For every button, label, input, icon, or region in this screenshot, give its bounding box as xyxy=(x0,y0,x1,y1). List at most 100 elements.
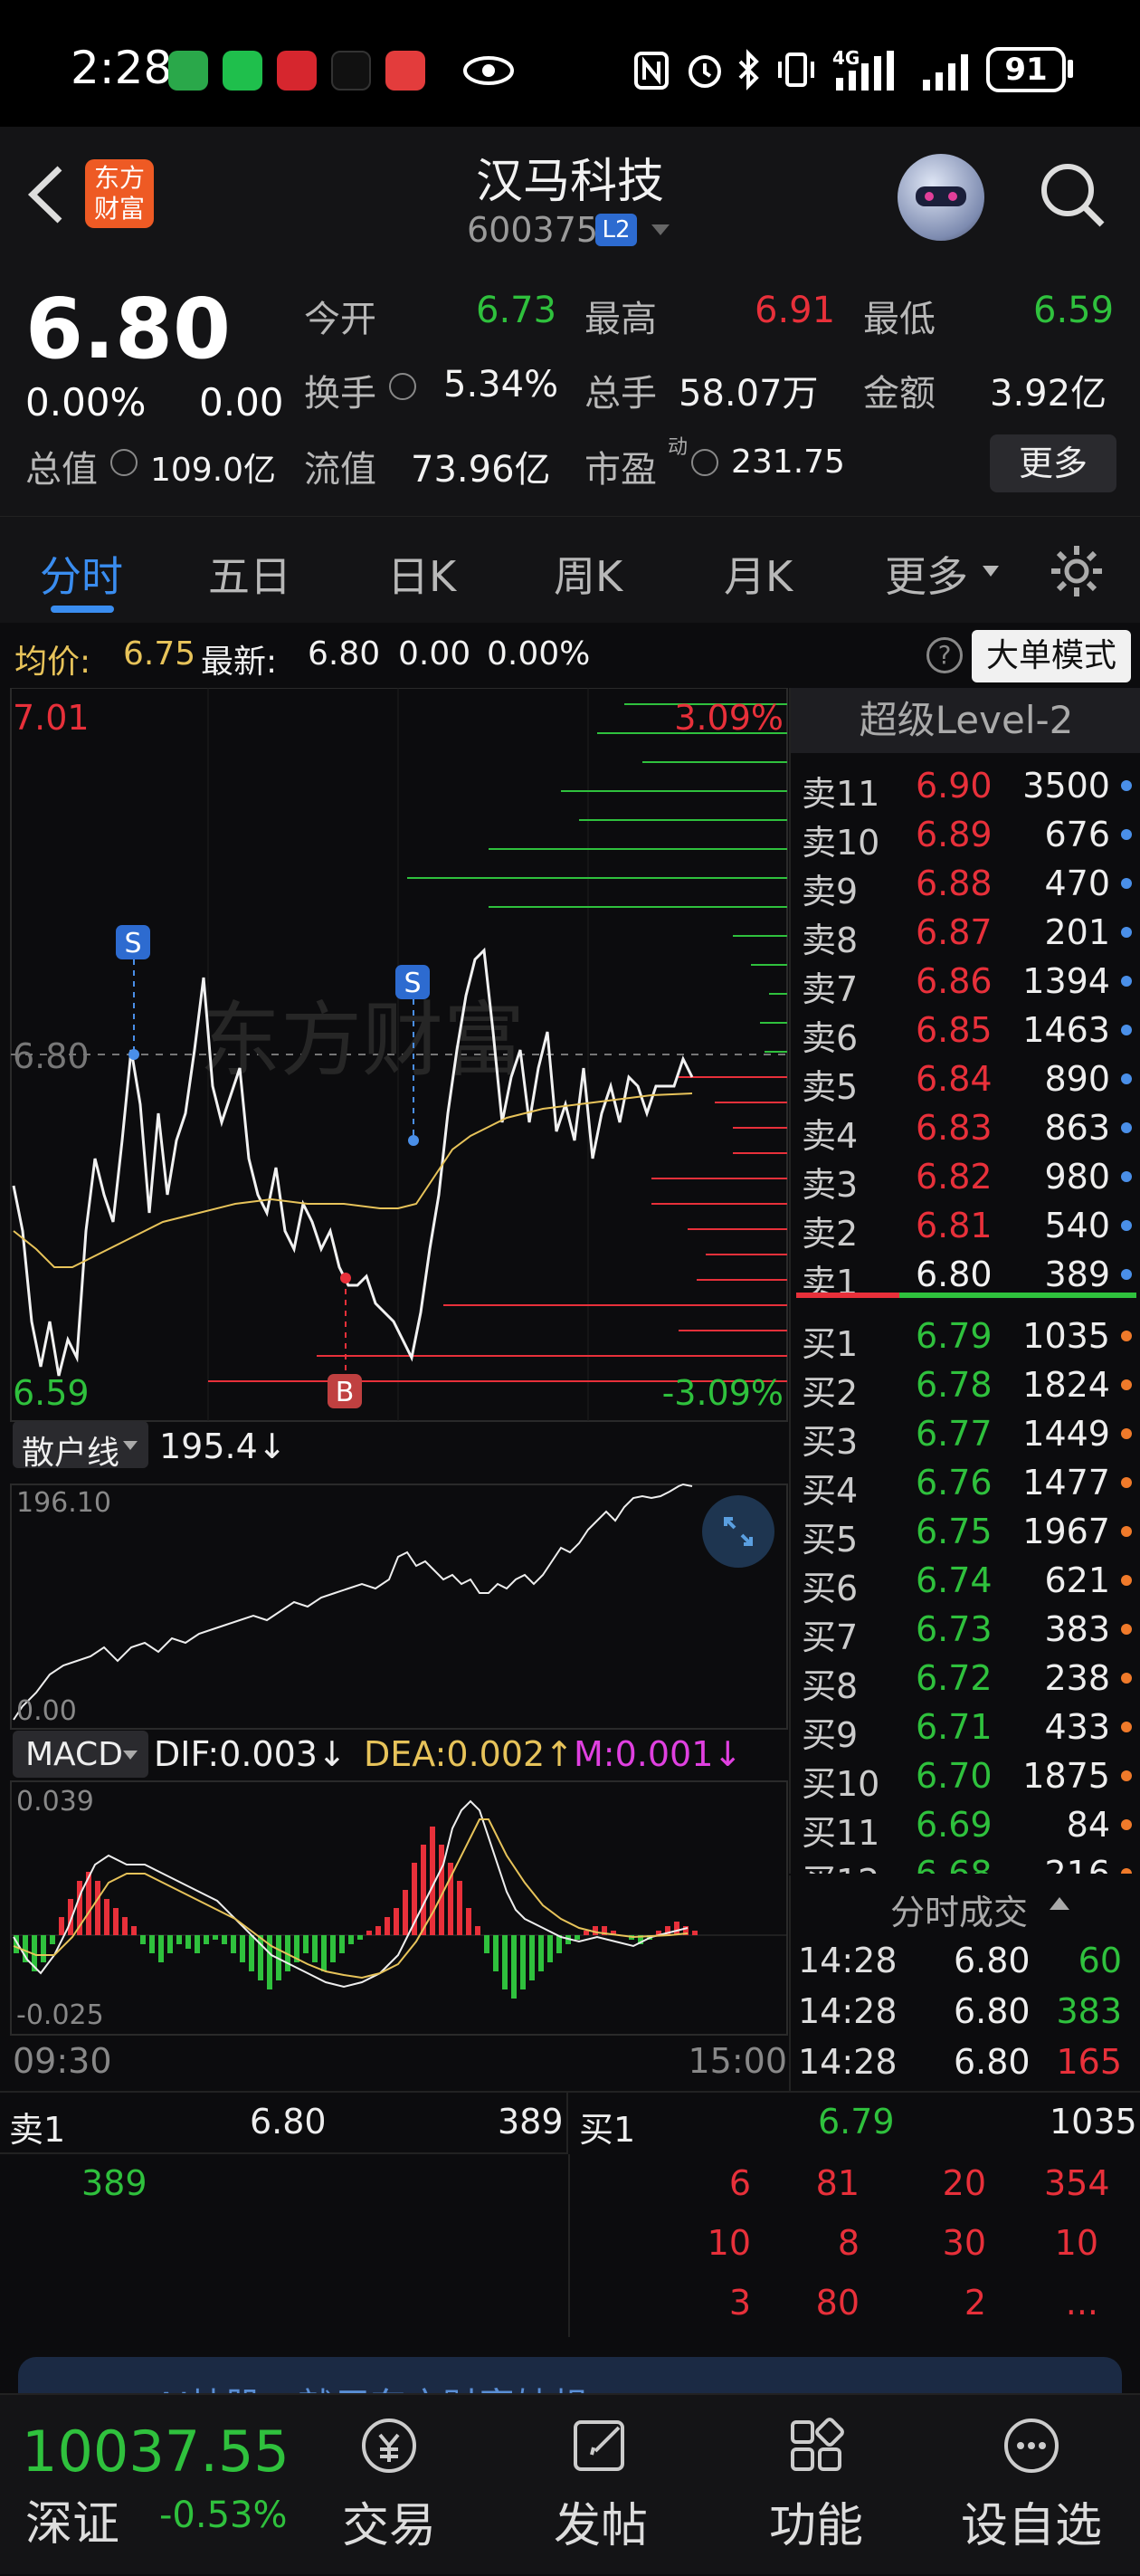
buy-level-row[interactable]: 买5 6.75 1967 xyxy=(791,1506,1139,1560)
retail-line xyxy=(13,1483,693,1721)
dot-icon xyxy=(1121,1673,1132,1684)
macd-selector[interactable]: MACD xyxy=(13,1731,148,1778)
level-label: 买7 xyxy=(802,1617,859,1657)
sell-level-row[interactable]: 卖4 6.83 863 xyxy=(791,1102,1139,1156)
buy-level-row[interactable]: 买11 6.69 84 xyxy=(791,1799,1139,1853)
big-order-mode-button[interactable]: 大单模式 xyxy=(972,630,1131,682)
queue-buy-order: 6 xyxy=(728,2163,751,2203)
latest-change: 0.00 xyxy=(398,635,471,673)
index-value: 10037.55 xyxy=(22,2419,290,2485)
level-label: 卖8 xyxy=(802,921,859,960)
queue-buy-order: 80 xyxy=(815,2283,860,2323)
price-mid-label: 6.80 xyxy=(13,1036,90,1076)
macd-bar xyxy=(249,1935,254,1971)
nav-post[interactable]: 发帖 xyxy=(528,2395,673,2576)
pe-value: 231.75 xyxy=(731,444,845,481)
tab-more[interactable]: 更多 xyxy=(885,544,968,604)
order-queue: 卖1 6.80 389 买1 6.79 1035 389 6 81 20 354 10 8… xyxy=(0,2091,1140,2337)
sell-level-row[interactable]: 卖11 6.90 3500 xyxy=(791,760,1139,814)
nav-trade[interactable]: 交易 xyxy=(317,2395,461,2576)
level-price: 6.88 xyxy=(916,863,993,903)
sell-level-row[interactable]: 卖10 6.89 676 xyxy=(791,809,1139,863)
level-label: 买2 xyxy=(802,1373,859,1413)
macd-bar xyxy=(95,1881,100,1935)
intraday-chart[interactable]: 东方财富 S S B 7.01 6.80 6.59 3.09% -3.09% 1… xyxy=(0,688,789,2091)
sell-level-row[interactable]: 卖1 6.80 389 xyxy=(791,1249,1139,1302)
macd-bar xyxy=(348,1935,354,1944)
help-icon[interactable]: ? xyxy=(926,637,963,673)
tab-monthly-k[interactable]: 月K xyxy=(724,544,793,604)
retail-value: 195.4↓ xyxy=(159,1426,287,1466)
level-price: 6.79 xyxy=(916,1316,993,1356)
sell-level-row[interactable]: 卖6 6.85 1463 xyxy=(791,1005,1139,1058)
tab-daily-k[interactable]: 日K xyxy=(387,544,456,604)
trade-price: 6.80 xyxy=(954,2042,1031,2082)
level-volume: 676 xyxy=(1044,815,1110,854)
level-volume: 389 xyxy=(1044,1255,1110,1294)
tab-weekly-k[interactable]: 周K xyxy=(554,544,622,604)
buy-level-row[interactable]: 买12 6.68 216 xyxy=(791,1848,1139,1874)
latest-label: 最新: xyxy=(201,644,278,681)
macd-bar xyxy=(403,1890,408,1935)
dot-icon xyxy=(1121,1073,1132,1084)
buy-level-row[interactable]: 买1 6.79 1035 xyxy=(791,1311,1139,1364)
dot-icon xyxy=(1121,1526,1132,1537)
macd-bar xyxy=(538,1935,544,1971)
expand-icon[interactable] xyxy=(702,1495,774,1568)
index-ticker[interactable]: 10037.55 深证 -0.53% xyxy=(0,2395,299,2576)
buy-level-row[interactable]: 买4 6.76 1477 xyxy=(791,1457,1139,1511)
sell-level-row[interactable]: 卖7 6.86 1394 xyxy=(791,956,1139,1009)
sell-marker[interactable]: S xyxy=(124,928,141,959)
nav-functions[interactable]: 功能 xyxy=(744,2395,888,2576)
tab-five-day[interactable]: 五日 xyxy=(208,544,291,604)
buy-level-row[interactable]: 买7 6.73 383 xyxy=(791,1604,1139,1657)
queue-buy-order: 2 xyxy=(964,2283,986,2323)
level-price: 6.74 xyxy=(916,1560,993,1600)
latest-value: 6.80 xyxy=(308,635,381,673)
gear-icon[interactable] xyxy=(1048,542,1106,600)
retail-line-selector[interactable]: 散户线 xyxy=(13,1421,148,1472)
search-icon[interactable] xyxy=(1037,159,1109,232)
macd-bar xyxy=(59,1917,64,1935)
sell-marker[interactable]: S xyxy=(404,968,421,999)
level-label: 买10 xyxy=(802,1764,880,1804)
macd-bar xyxy=(113,1908,119,1935)
sell-level-row[interactable]: 卖2 6.81 540 xyxy=(791,1200,1139,1254)
queue-buy-order: 10 xyxy=(707,2223,751,2263)
buy-marker[interactable]: B xyxy=(336,1377,355,1408)
dot-icon xyxy=(1121,1220,1132,1231)
watermark: 东方财富 xyxy=(199,993,525,1088)
buy-level-row[interactable]: 买10 6.70 1875 xyxy=(791,1751,1139,1804)
nav-watchlist[interactable]: 设自选 xyxy=(950,2395,1113,2576)
macd-bar xyxy=(674,1922,679,1935)
sell-level-row[interactable]: 卖3 6.82 980 xyxy=(791,1151,1139,1205)
sell-level-row[interactable]: 卖5 6.84 890 xyxy=(791,1054,1139,1107)
level-volume: 201 xyxy=(1044,912,1110,952)
robot-avatar[interactable] xyxy=(898,154,984,241)
chevron-down-icon xyxy=(123,1751,138,1760)
stock-code-selector[interactable]: 600375 L2 xyxy=(461,208,697,250)
queue-buy-price: 6.79 xyxy=(818,2102,895,2142)
app-notification-icon xyxy=(168,51,208,91)
buy-level-row[interactable]: 买2 6.78 1824 xyxy=(791,1360,1139,1413)
buy-level-row[interactable]: 买8 6.72 238 xyxy=(791,1653,1139,1706)
info-icon[interactable] xyxy=(691,449,718,476)
macd-bar xyxy=(493,1935,499,1971)
level-label: 买12 xyxy=(802,1854,879,1874)
buy-level-row[interactable]: 买6 6.74 621 xyxy=(791,1555,1139,1608)
macd-bar xyxy=(339,1935,345,1953)
sell-level-row[interactable]: 卖8 6.87 201 xyxy=(791,907,1139,960)
bluetooth-icon xyxy=(738,49,759,91)
ai-banner[interactable]: AI炒股，就用东方财富妙想 xyxy=(18,2357,1122,2393)
trade-ticks[interactable]: 分时成交 14:28 6.80 60 14:28 6.80 383 14:28 6.80 165 xyxy=(789,1875,1140,2091)
tab-intraday[interactable]: 分时 xyxy=(40,544,123,604)
more-button[interactable]: 更多 xyxy=(990,434,1116,492)
signal-4g-icon xyxy=(836,51,894,91)
info-icon[interactable] xyxy=(110,449,138,476)
buy-level-row[interactable]: 买3 6.77 1449 xyxy=(791,1408,1139,1462)
sell-level-row[interactable]: 卖9 6.88 470 xyxy=(791,858,1139,911)
info-icon[interactable] xyxy=(389,373,416,400)
macd-bar xyxy=(140,1935,146,1944)
trade-row: 14:28 6.80 165 xyxy=(791,2037,1135,2087)
buy-level-row[interactable]: 买9 6.71 433 xyxy=(791,1702,1139,1755)
